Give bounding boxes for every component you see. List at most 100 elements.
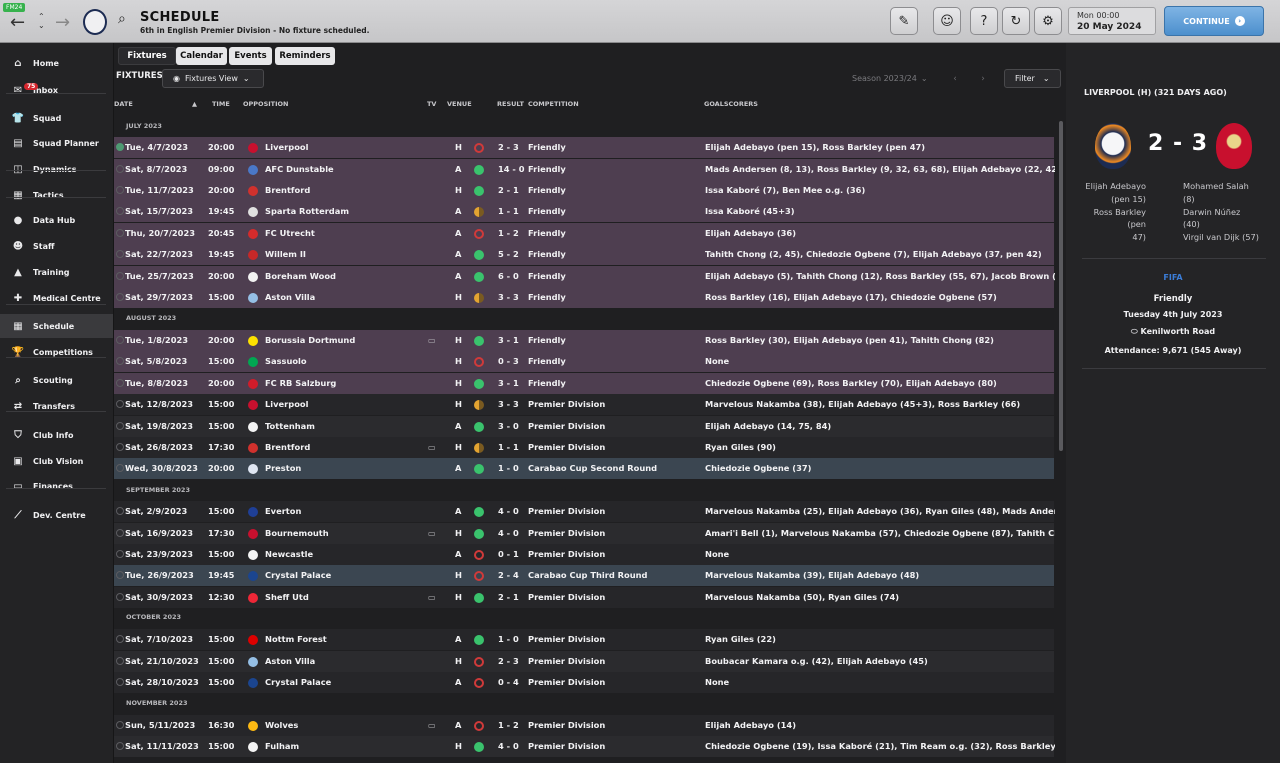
fixture-competition[interactable]: Carabao Cup Third Round (528, 565, 648, 586)
back-arrow-icon[interactable]: ← (10, 12, 25, 33)
opponent-crest-icon[interactable] (248, 742, 258, 752)
fixture-opposition[interactable]: Liverpool (265, 394, 308, 415)
fixture-competition[interactable]: Friendly (528, 201, 566, 222)
sidebar-item-training[interactable]: ▲ Training (0, 260, 113, 284)
fixtures-view-dropdown[interactable]: ◉ Fixtures View ⌄ (162, 69, 264, 88)
row-select-checkbox[interactable] (116, 143, 124, 151)
fixture-opposition[interactable]: Nottm Forest (265, 629, 327, 650)
opponent-crest-icon[interactable] (248, 400, 258, 410)
tab-fixtures[interactable]: Fixtures (118, 47, 176, 65)
assistant-icon[interactable]: ☺ (933, 7, 961, 35)
row-select-checkbox[interactable] (116, 293, 124, 301)
fixture-competition[interactable]: Premier Division (528, 629, 605, 650)
home-crest-icon[interactable] (1095, 123, 1131, 169)
table-row[interactable]: Sat, 12/8/2023 15:00 Liverpool H 3 - 3 Premie… (114, 394, 1054, 415)
opponent-crest-icon[interactable] (248, 336, 258, 346)
fixture-competition[interactable]: Friendly (528, 137, 566, 158)
fixture-opposition[interactable]: Borussia Dortmund (265, 330, 355, 351)
row-select-checkbox[interactable] (116, 657, 124, 665)
table-row[interactable]: ▭ Tue, 1/8/2023 20:00 Borussia Dortmund H 3 -… (114, 330, 1054, 351)
table-row[interactable]: Tue, 25/7/2023 20:00 Boreham Wood A 6 - 0 Fri… (114, 266, 1055, 287)
row-select-checkbox[interactable] (116, 529, 124, 537)
opponent-crest-icon[interactable] (248, 593, 258, 603)
opponent-crest-icon[interactable] (248, 143, 258, 153)
header-result[interactable]: RESULT (497, 100, 524, 108)
row-select-checkbox[interactable] (116, 678, 124, 686)
opponent-crest-icon[interactable] (248, 464, 258, 474)
row-select-checkbox[interactable] (116, 250, 124, 258)
opponent-crest-icon[interactable] (248, 422, 258, 432)
fixture-competition[interactable]: Friendly (528, 266, 566, 287)
table-row[interactable]: Sat, 23/9/2023 15:00 Newcastle A 0 - 1 Premie… (114, 544, 1054, 565)
fixture-opposition[interactable]: Brentford (265, 437, 310, 458)
opponent-crest-icon[interactable] (248, 529, 258, 539)
forward-arrow-icon[interactable]: → (55, 12, 70, 33)
row-select-checkbox[interactable] (116, 443, 124, 451)
opponent-crest-icon[interactable] (248, 250, 258, 260)
fixture-competition[interactable]: Friendly (528, 373, 566, 394)
fixture-opposition[interactable]: Crystal Palace (265, 672, 331, 693)
away-crest-icon[interactable] (1216, 123, 1252, 169)
row-select-checkbox[interactable] (116, 507, 124, 515)
table-row[interactable]: ▭ Sat, 16/9/2023 17:30 Bournemouth H 4 - 0 Pre… (114, 523, 1055, 544)
table-row[interactable]: Sat, 28/10/2023 15:00 Crystal Palace A 0 - 4… (114, 672, 1054, 693)
club-crest-icon[interactable] (83, 9, 107, 35)
fixture-competition[interactable]: Premier Division (528, 544, 605, 565)
sidebar-item-transfers[interactable]: ⇄ Transfers (0, 394, 113, 418)
header-goalscorers[interactable]: GOALSCORERS (704, 100, 758, 108)
fixture-opposition[interactable]: AFC Dunstable (265, 159, 334, 180)
match-title[interactable]: LIVERPOOL (H) (321 DAYS AGO) (1084, 88, 1227, 97)
prev-season-icon[interactable]: ‹ (944, 69, 966, 88)
table-row[interactable]: Sat, 21/10/2023 15:00 Aston Villa H 2 - 3 Pre… (114, 651, 1054, 672)
fixture-opposition[interactable]: Aston Villa (265, 651, 315, 672)
table-row[interactable]: Tue, 4/7/2023 20:00 Liverpool H 2 - 3 Friendl… (114, 137, 1054, 158)
fixture-opposition[interactable]: Liverpool (265, 137, 308, 158)
header-venue[interactable]: VENUE (447, 100, 472, 108)
tab-reminders[interactable]: Reminders (275, 47, 335, 65)
row-select-checkbox[interactable] (116, 464, 124, 472)
table-row[interactable]: Thu, 20/7/2023 20:45 FC Utrecht A 1 - 2 Frien… (114, 223, 1054, 244)
table-row[interactable]: Tue, 11/7/2023 20:00 Brentford H 2 - 1 Friend… (114, 180, 1054, 201)
continue-button[interactable]: CONTINUE › (1164, 6, 1264, 36)
sidebar-item-club-vision[interactable]: ▣ Club Vision (0, 449, 113, 473)
sidebar-item-competitions[interactable]: 🏆 Competitions (0, 340, 113, 364)
sidebar-item-dev-centre[interactable]: ⟋ Dev. Centre (0, 503, 113, 527)
fixture-competition[interactable]: Premier Division (528, 651, 605, 672)
table-row[interactable]: Sat, 19/8/2023 15:00 Tottenham A 3 - 0 Premie… (114, 416, 1054, 437)
sidebar-item-data-hub[interactable]: ● Data Hub (0, 208, 113, 232)
fixture-competition[interactable]: Friendly (528, 351, 566, 372)
fixture-competition[interactable]: Friendly (528, 180, 566, 201)
fixture-competition[interactable]: Friendly (528, 223, 566, 244)
fixture-opposition[interactable]: Tottenham (265, 416, 315, 437)
fixture-competition[interactable]: Premier Division (528, 394, 605, 415)
row-select-checkbox[interactable] (116, 400, 124, 408)
fixture-competition[interactable]: Premier Division (528, 523, 605, 544)
sidebar-item-squad-planner[interactable]: ▤ Squad Planner (0, 131, 113, 155)
table-row[interactable]: Sat, 2/9/2023 15:00 Everton A 4 - 0 Premier D… (114, 501, 1055, 522)
opponent-crest-icon[interactable] (248, 229, 258, 239)
opponent-crest-icon[interactable] (248, 507, 258, 517)
row-select-checkbox[interactable] (116, 229, 124, 237)
row-select-checkbox[interactable] (116, 379, 124, 387)
row-select-checkbox[interactable] (116, 571, 124, 579)
fixture-opposition[interactable]: FC Utrecht (265, 223, 315, 244)
opponent-crest-icon[interactable] (248, 721, 258, 731)
next-season-icon[interactable]: › (972, 69, 994, 88)
fixture-opposition[interactable]: Everton (265, 501, 301, 522)
opponent-crest-icon[interactable] (248, 657, 258, 667)
table-row[interactable]: Sat, 11/11/2023 15:00 Fulham H 4 - 0 Premier … (114, 736, 1055, 757)
fixture-competition[interactable]: Carabao Cup Second Round (528, 458, 657, 479)
fixture-opposition[interactable]: Preston (265, 458, 301, 479)
opponent-crest-icon[interactable] (248, 379, 258, 389)
header-competition[interactable]: COMPETITION (528, 100, 579, 108)
sidebar-item-medical-centre[interactable]: ✚ Medical Centre (0, 286, 113, 310)
fixture-opposition[interactable]: Willem II (265, 244, 306, 265)
fixture-opposition[interactable]: Aston Villa (265, 287, 315, 308)
game-date-box[interactable]: Mon 00:00 20 May 2024 (1068, 7, 1156, 35)
table-row[interactable]: Wed, 30/8/2023 20:00 Preston A 1 - 0 Carabao … (114, 458, 1054, 479)
fixture-opposition[interactable]: Crystal Palace (265, 565, 331, 586)
row-select-checkbox[interactable] (116, 165, 124, 173)
filter-dropdown[interactable]: Filter ⌄ (1004, 69, 1061, 88)
table-row[interactable]: Sat, 7/10/2023 15:00 Nottm Forest A 1 - 0 Pre… (114, 629, 1054, 650)
opponent-crest-icon[interactable] (248, 571, 258, 581)
